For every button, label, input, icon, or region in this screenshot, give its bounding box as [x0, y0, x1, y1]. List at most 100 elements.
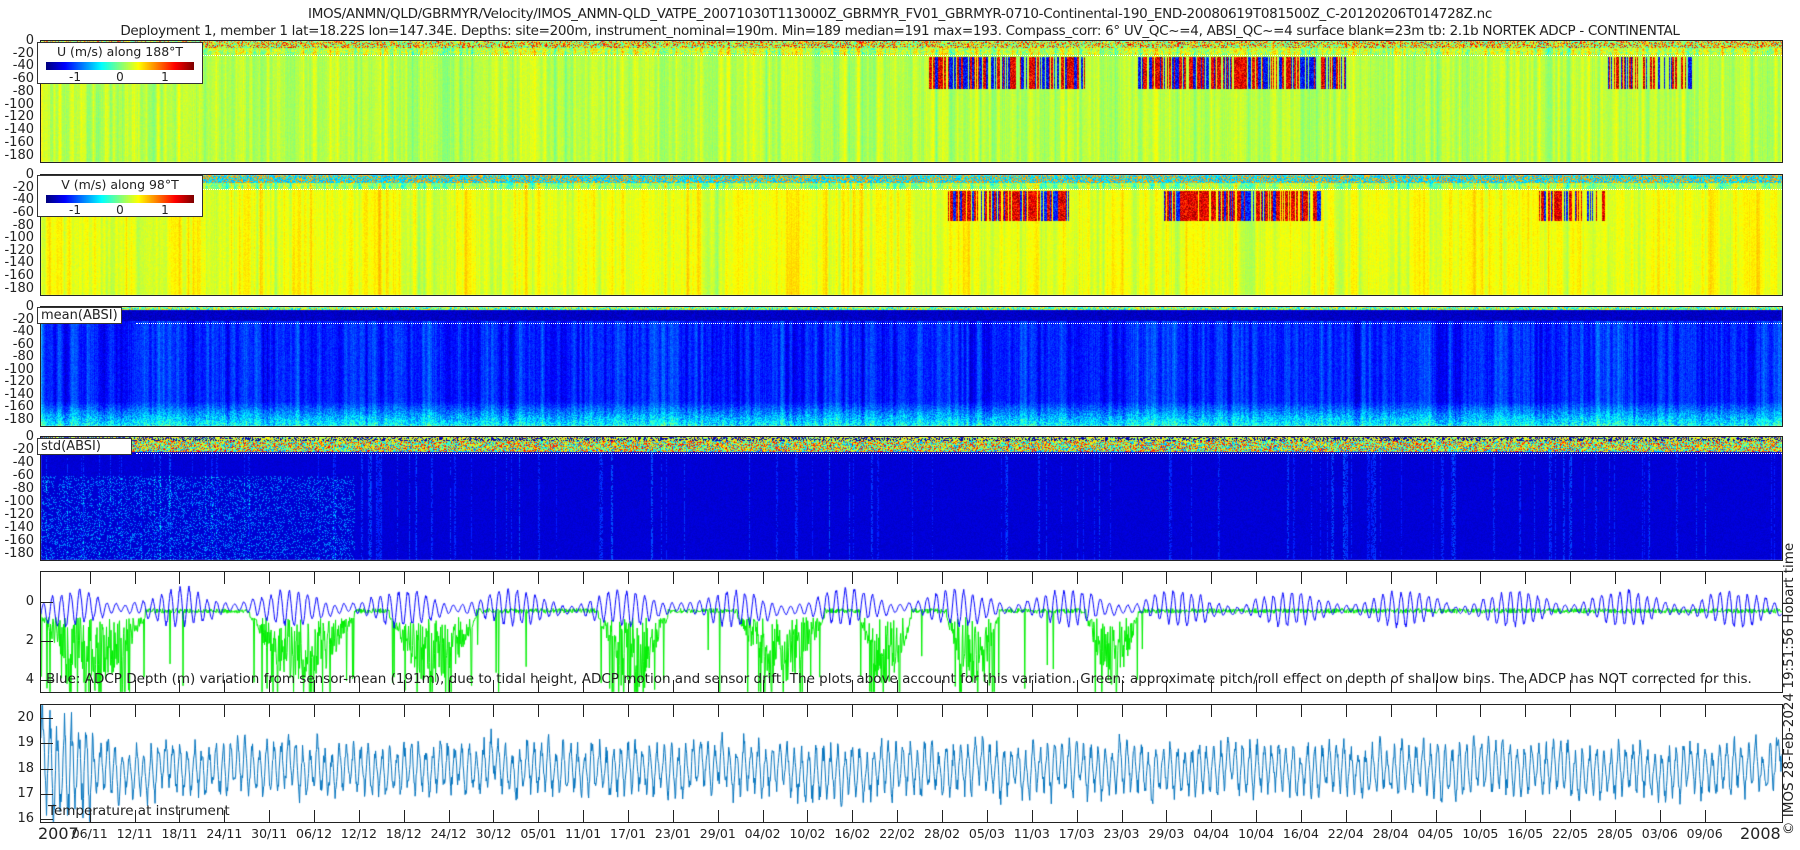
depth-x-tick-mark — [762, 572, 764, 584]
u-cb-tick: 0 — [116, 70, 124, 84]
x-tick-label: 04/04 — [1193, 826, 1230, 841]
depth-panel-annotation: Blue: ADCP Depth (m) variation from sens… — [46, 671, 1752, 687]
x-tick-label: 28/04 — [1372, 826, 1409, 841]
temp-x-tick-mark — [314, 810, 316, 822]
temp-x-tick-mark — [897, 705, 899, 717]
temp-x-tick-mark — [628, 810, 630, 822]
mean-panel-frame — [40, 306, 1783, 427]
temperature-y-tick-label: 19 — [17, 735, 34, 751]
temp-x-tick-mark — [1390, 810, 1392, 822]
std-y-tick-label: -180 — [4, 545, 34, 561]
depth-x-tick-mark — [538, 572, 540, 584]
temp-x-tick-mark — [538, 810, 540, 822]
std-surface-blank-line — [136, 453, 1782, 455]
depth-x-tick-mark — [1659, 572, 1661, 584]
temp-x-tick-mark — [1076, 705, 1078, 717]
x-tick-label: 29/03 — [1148, 826, 1185, 841]
depth-x-tick-mark — [1211, 572, 1213, 584]
depth-x-tick-mark — [942, 572, 944, 584]
v-cb-tick: 1 — [161, 203, 169, 217]
temp-x-tick-mark — [1166, 705, 1168, 717]
temp-x-tick-mark — [1256, 705, 1258, 717]
x-tick-label: 09/06 — [1686, 826, 1723, 841]
depth-x-tick-mark — [269, 572, 271, 584]
temp-panel-frame — [40, 704, 1783, 823]
x-tick-label: 16/02 — [834, 826, 871, 841]
temperature-y-tick-label: 16 — [17, 811, 34, 827]
temp-x-tick-mark — [942, 810, 944, 822]
depth-x-tick-mark — [852, 572, 854, 584]
temp-x-tick-mark — [1300, 810, 1302, 822]
u-colorbar-title: U (m/s) along 188°T — [56, 44, 184, 59]
temp-x-tick-mark — [1570, 810, 1572, 822]
x-tick-label: 16/05 — [1507, 826, 1544, 841]
temperature-y-tick-mark — [41, 819, 53, 821]
depth-x-tick-mark — [672, 572, 674, 584]
depth-x-tick-mark — [493, 572, 495, 584]
temp-x-tick-mark — [1390, 705, 1392, 717]
depth-x-tick-mark — [314, 572, 316, 584]
temperature-y-tick-label: 20 — [17, 709, 34, 725]
x-tick-label: 22/04 — [1327, 826, 1364, 841]
title-line-2: Deployment 1, member 1 lat=18.22S lon=14… — [120, 23, 1680, 39]
x-tick-label: 12/12 — [340, 826, 377, 841]
depth-y-tick-label: 4 — [25, 672, 34, 688]
u-panel-frame — [40, 40, 1783, 163]
depth-x-tick-mark — [1300, 572, 1302, 584]
depth-x-tick-mark — [1704, 572, 1706, 584]
temp-x-tick-mark — [269, 705, 271, 717]
x-tick-label: 03/06 — [1641, 826, 1678, 841]
temp-x-tick-mark — [358, 705, 360, 717]
depth-x-tick-mark — [1076, 572, 1078, 584]
temp-x-tick-mark — [1480, 705, 1482, 717]
depth-x-tick-mark — [224, 572, 226, 584]
depth-x-tick-mark — [1166, 572, 1168, 584]
x-tick-label: 11/01 — [565, 826, 602, 841]
x-tick-label: 18/12 — [385, 826, 422, 841]
temp-x-tick-mark — [179, 705, 181, 717]
depth-x-tick-mark — [897, 572, 899, 584]
temp-x-tick-mark — [403, 705, 405, 717]
depth-y-tick-mark — [41, 640, 53, 642]
temp-x-tick-mark — [762, 705, 764, 717]
x-tick-label: 30/11 — [251, 826, 288, 841]
x-tick-label: 06/12 — [296, 826, 333, 841]
v-panel-frame — [40, 174, 1783, 296]
temp-x-tick-mark — [942, 705, 944, 717]
x-tick-label: 22/02 — [879, 826, 916, 841]
u-colorbar-legend: U (m/s) along 188°T -1 0 1 — [37, 42, 203, 84]
temp-x-tick-mark — [1570, 705, 1572, 717]
depth-x-tick-mark — [583, 572, 585, 584]
depth-x-tick-mark — [448, 572, 450, 584]
temp-x-tick-mark — [672, 810, 674, 822]
temp-x-tick-mark — [1256, 810, 1258, 822]
temp-x-tick-mark — [1480, 810, 1482, 822]
x-tick-label: 04/02 — [744, 826, 781, 841]
year-start-label: 2007 — [38, 824, 79, 843]
plot-canvas — [0, 0, 1800, 850]
x-tick-label: 05/01 — [520, 826, 557, 841]
temp-x-tick-mark — [717, 705, 719, 717]
temp-x-tick-mark — [807, 810, 809, 822]
copyright-text: © IMOS 28-Feb-2024 19:51:56 Hobart time — [1781, 542, 1797, 835]
temp-x-tick-mark — [1166, 810, 1168, 822]
temp-x-tick-mark — [269, 810, 271, 822]
v-colorbar — [46, 195, 194, 203]
temp-x-tick-mark — [762, 810, 764, 822]
temp-x-tick-mark — [493, 705, 495, 717]
x-tick-label: 30/12 — [475, 826, 512, 841]
temperature-y-tick-mark — [41, 743, 53, 745]
temp-x-tick-mark — [448, 810, 450, 822]
depth-x-tick-mark — [1256, 572, 1258, 584]
x-tick-label: 10/02 — [789, 826, 826, 841]
temp-x-tick-mark — [1211, 705, 1213, 717]
v-cb-tick: -1 — [69, 203, 81, 217]
depth-x-tick-mark — [1121, 572, 1123, 584]
temp-x-tick-mark — [89, 705, 91, 717]
temp-x-tick-mark — [1659, 810, 1661, 822]
temperature-y-tick-label: 18 — [17, 760, 34, 776]
temp-x-tick-mark — [403, 810, 405, 822]
temp-x-tick-mark — [1031, 810, 1033, 822]
u-cb-tick: 1 — [161, 70, 169, 84]
x-tick-label: 12/11 — [116, 826, 153, 841]
